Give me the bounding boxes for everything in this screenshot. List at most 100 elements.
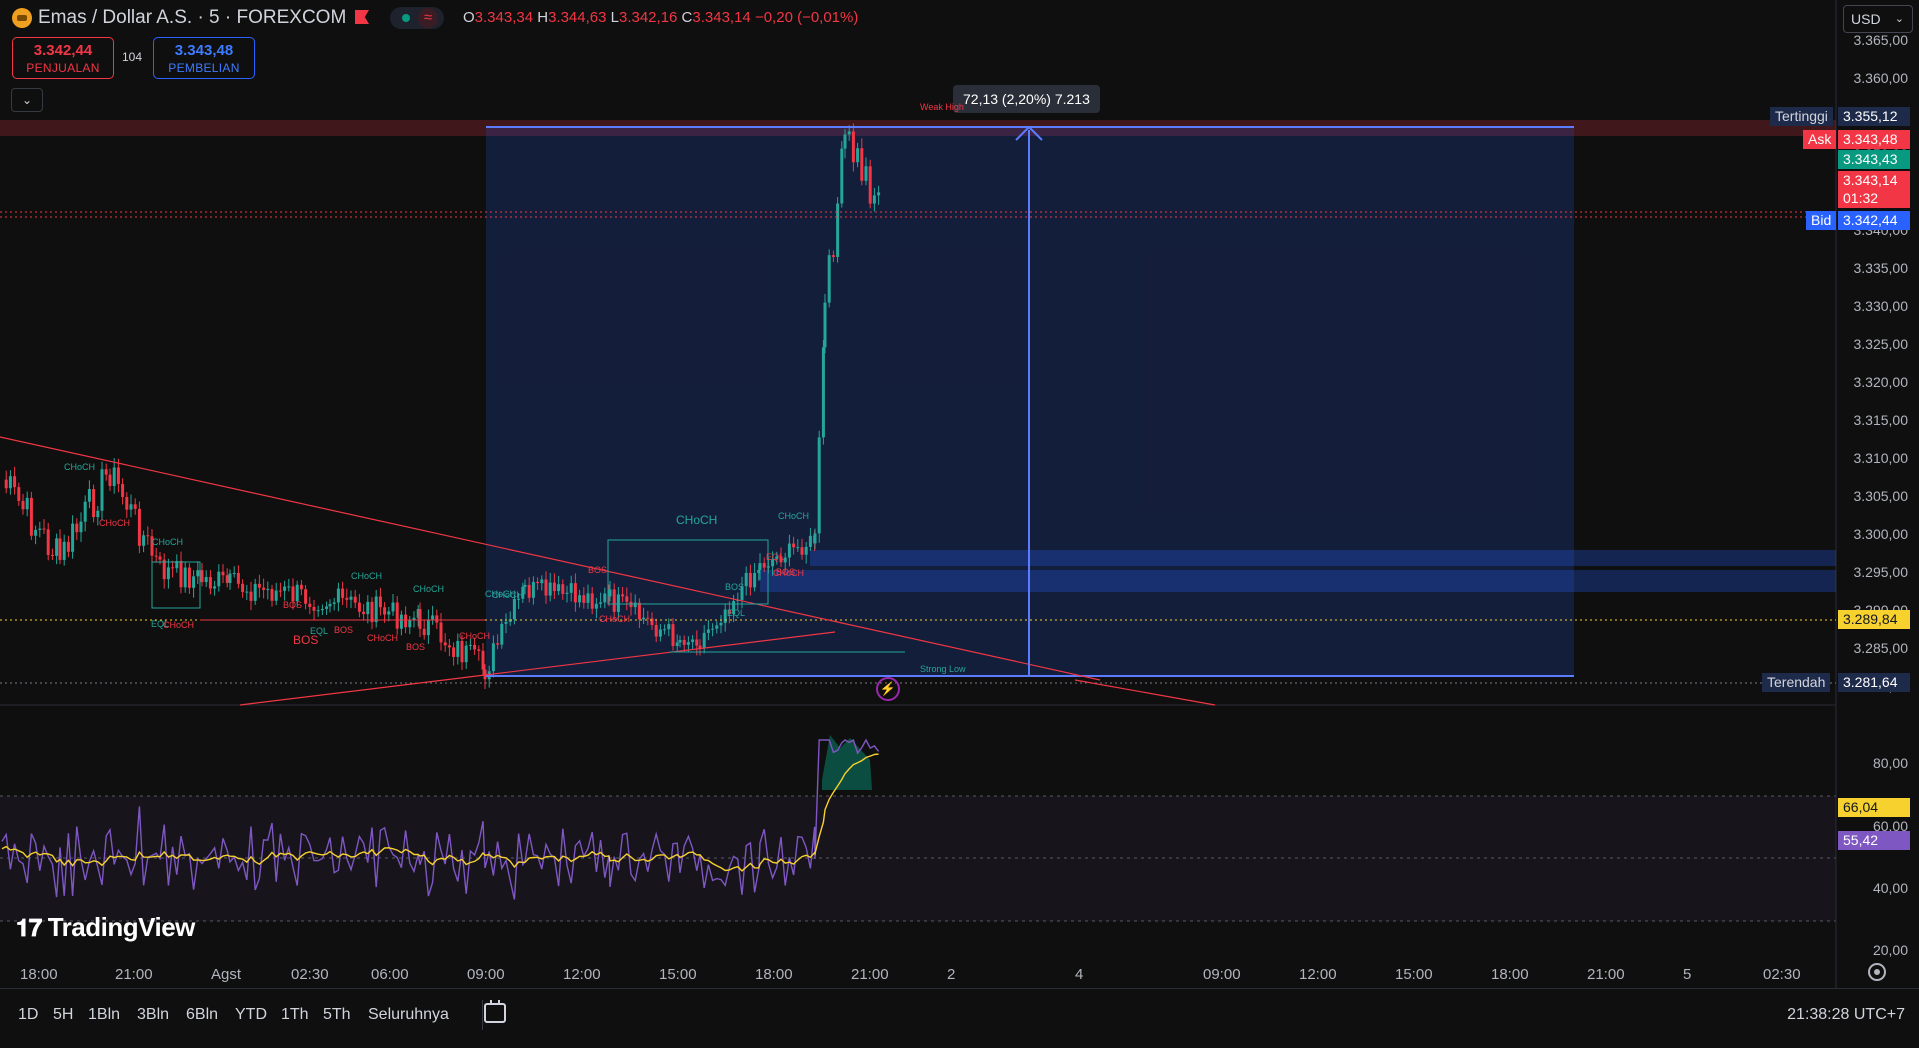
candle-body (711, 628, 715, 630)
candle-body (744, 572, 748, 587)
period-button-1d[interactable]: 1D (18, 1006, 38, 1024)
period-button-5th[interactable]: 5Th (323, 1006, 351, 1024)
clock-readout[interactable]: 21:38:28 UTC+7 (1787, 1006, 1905, 1024)
candle-body (569, 583, 573, 593)
weak-high-label: Weak High (920, 102, 964, 112)
smc-label: EQL (727, 608, 746, 618)
candle-body (787, 543, 791, 558)
candle-body (21, 500, 25, 510)
buy-button[interactable]: 3.343,48 PEMBELIAN (153, 37, 255, 79)
candle-body (468, 644, 472, 646)
candle-body (813, 533, 817, 544)
sell-button[interactable]: 3.342,44 PENJUALAN (12, 37, 114, 79)
candle-body (804, 546, 808, 555)
open-value: 3.343,34 (474, 9, 534, 26)
period-button-ytd[interactable]: YTD (235, 1006, 267, 1024)
lightning-icon[interactable]: ⚡ (876, 677, 900, 701)
candle-body (125, 496, 129, 510)
strong-low-label: Strong Low (920, 664, 966, 674)
period-button-3bln[interactable]: 3Bln (137, 1006, 169, 1024)
candle-body (675, 642, 679, 646)
buy-price: 3.343,48 (174, 42, 234, 59)
choch-label-large: CHoCH (676, 513, 718, 527)
candle-body (531, 581, 535, 598)
ask-price-label: 3.343,48 (1838, 130, 1910, 149)
currency-select[interactable]: USD ⌄ (1843, 5, 1913, 33)
candle-body (25, 497, 29, 510)
smc-label: CHoCH (99, 518, 131, 528)
symbol-title[interactable]: Emas / Dollar A.S. · 5 · FOREXCOM (38, 7, 346, 29)
candle-body (758, 563, 762, 570)
candle-body (208, 576, 212, 589)
collapse-legend-button[interactable]: ⌄ (11, 88, 43, 112)
candle-body (270, 588, 274, 601)
period-button-6bln[interactable]: 6Bln (186, 1006, 218, 1024)
candle-body (686, 642, 690, 645)
candle-body (460, 640, 464, 663)
candle-body (557, 584, 561, 592)
candle-body (245, 591, 249, 593)
candle-body (548, 582, 552, 596)
candle-body (646, 617, 650, 619)
candle-body (249, 591, 253, 601)
candle-body (142, 535, 146, 546)
candle-body (29, 497, 33, 536)
time-tick-label: 21:00 (1587, 966, 1625, 983)
smc-label: CHoCH (64, 462, 96, 472)
period-button-seluruhnya[interactable]: Seluruhnya (368, 1006, 449, 1024)
candle-body (500, 623, 504, 645)
candle-body (166, 567, 170, 580)
candle-body (162, 559, 166, 580)
order-block (810, 550, 1836, 566)
measure-tooltip: 72,13 (2,20%) 7.213 (953, 85, 1100, 113)
candle-body (426, 619, 430, 636)
time-tick-label: 2 (947, 966, 956, 983)
candle-body (374, 596, 378, 623)
candle-body (527, 584, 531, 598)
candle-body (17, 487, 21, 501)
period-button-1bln[interactable]: 1Bln (88, 1006, 120, 1024)
smc-label: CHoCH (413, 584, 445, 594)
candle-body (304, 589, 308, 604)
level-price-label: 3.289,84 (1838, 610, 1910, 629)
candle-body (796, 547, 800, 549)
gear-icon[interactable] (1868, 963, 1886, 981)
smc-label: CHoCH (367, 633, 399, 643)
period-button-5h[interactable]: 5H (53, 1006, 73, 1024)
candle-body (671, 624, 675, 646)
ohlc-readout: O3.343,34 H3.344,63 L3.342,16 C3.343,14 … (463, 9, 858, 26)
period-button-1th[interactable]: 1Th (281, 1006, 309, 1024)
market-status-pill[interactable]: ≈ (390, 7, 444, 29)
chart-canvas[interactable] (0, 0, 1919, 1047)
price-tick-label: 3.285,00 (1853, 640, 1909, 656)
candle-body (840, 148, 844, 204)
candle-body (443, 642, 447, 646)
low-price-label: 3.281,64 (1838, 673, 1910, 692)
price-tick-label: 3.320,00 (1853, 374, 1909, 390)
candle-body (582, 595, 586, 603)
candle-body (232, 572, 236, 574)
candle-body (370, 601, 374, 623)
candle-body (213, 586, 217, 589)
price-tick-label: 3.330,00 (1853, 298, 1909, 314)
low-value: 3.342,16 (618, 9, 678, 26)
candle-body (439, 622, 443, 643)
candle-body (336, 588, 340, 603)
calendar-icon[interactable] (484, 1000, 506, 1023)
smc-label: BOS (283, 600, 303, 610)
candle-body (183, 567, 187, 588)
candle-body (422, 628, 426, 636)
candle-body (435, 615, 439, 623)
candle-body (496, 643, 500, 645)
order-block (760, 570, 1836, 592)
candle-body (83, 501, 87, 522)
candle-body (62, 541, 66, 560)
candle-body (100, 469, 104, 511)
candle-body (431, 615, 435, 620)
candle-body (817, 437, 821, 534)
candle-body (590, 593, 594, 609)
candle-body (79, 521, 83, 533)
candle-body (456, 640, 460, 657)
tradingview-logo: 𝟏𝟕 TradingView (16, 912, 195, 943)
time-tick-label: 15:00 (659, 966, 697, 983)
